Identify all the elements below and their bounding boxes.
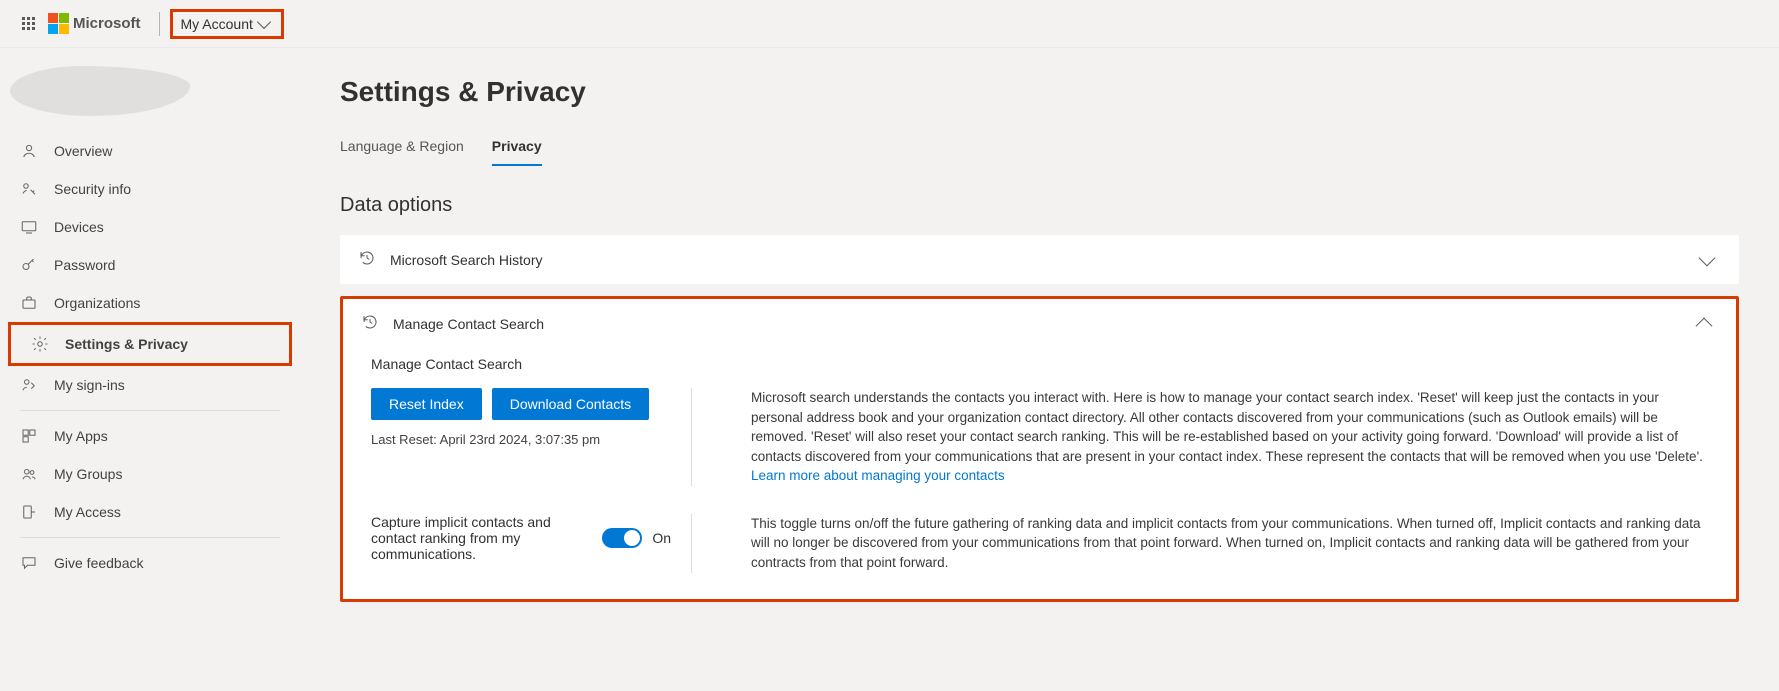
sidebar-item-label: My Groups bbox=[54, 466, 122, 482]
description-text: Microsoft search understands the contact… bbox=[751, 390, 1703, 464]
chevron-up-icon bbox=[1696, 317, 1713, 334]
sidebar-item-feedback[interactable]: Give feedback bbox=[0, 544, 300, 582]
sidebar-item-label: My Access bbox=[54, 504, 121, 520]
reset-index-button[interactable]: Reset Index bbox=[371, 388, 482, 420]
tab-privacy[interactable]: Privacy bbox=[492, 132, 542, 166]
top-header: Microsoft My Account bbox=[0, 0, 1779, 48]
device-icon bbox=[20, 218, 38, 236]
microsoft-logo: Microsoft bbox=[48, 13, 141, 34]
column-divider bbox=[691, 388, 692, 486]
key-icon bbox=[20, 256, 38, 274]
sidebar-item-password[interactable]: Password bbox=[0, 246, 300, 284]
sidebar-item-label: Password bbox=[54, 257, 115, 273]
sidebar-item-label: My sign-ins bbox=[54, 377, 125, 393]
toggle-state-text: On bbox=[652, 530, 671, 546]
feedback-icon bbox=[20, 554, 38, 572]
microsoft-squares-icon bbox=[48, 13, 69, 34]
groups-icon bbox=[20, 465, 38, 483]
sidebar-divider bbox=[20, 537, 280, 538]
download-contacts-button[interactable]: Download Contacts bbox=[492, 388, 649, 420]
apps-icon bbox=[20, 427, 38, 445]
app-launcher-button[interactable] bbox=[8, 4, 48, 44]
sidebar-item-myapps[interactable]: My Apps bbox=[0, 417, 300, 455]
tabs: Language & Region Privacy bbox=[340, 132, 1739, 166]
history-icon bbox=[361, 313, 379, 334]
panel-title: Manage Contact Search bbox=[393, 316, 1684, 332]
sidebar-item-label: Devices bbox=[54, 219, 104, 235]
panel-search-history-header[interactable]: Microsoft Search History bbox=[340, 235, 1739, 284]
column-divider bbox=[691, 514, 692, 573]
subtitle: Manage Contact Search bbox=[371, 356, 1708, 372]
sidebar-item-label: Overview bbox=[54, 143, 112, 159]
gear-icon bbox=[31, 335, 49, 353]
sidebar-item-devices[interactable]: Devices bbox=[0, 208, 300, 246]
sidebar-item-label: Organizations bbox=[54, 295, 140, 311]
sidebar-item-settings-privacy[interactable]: Settings & Privacy bbox=[8, 322, 292, 366]
key-person-icon bbox=[20, 180, 38, 198]
toggle-label: Capture implicit contacts and contact ra… bbox=[371, 514, 586, 562]
sidebar-item-organizations[interactable]: Organizations bbox=[0, 284, 300, 322]
sidebar-item-security[interactable]: Security info bbox=[0, 170, 300, 208]
brand-text: Microsoft bbox=[73, 15, 141, 32]
chevron-down-icon bbox=[1699, 249, 1716, 266]
person-icon bbox=[20, 142, 38, 160]
panel-body: Manage Contact Search Reset Index Downlo… bbox=[343, 348, 1736, 599]
chevron-down-icon bbox=[257, 14, 271, 28]
signin-icon bbox=[20, 376, 38, 394]
account-dropdown-label: My Account bbox=[181, 16, 253, 32]
waffle-icon bbox=[22, 17, 35, 30]
section-heading: Data options bbox=[340, 194, 1739, 217]
sidebar-item-mygroups[interactable]: My Groups bbox=[0, 455, 300, 493]
sidebar-item-label: Settings & Privacy bbox=[65, 336, 188, 352]
panel-search-history: Microsoft Search History bbox=[340, 235, 1739, 284]
sidebar-item-label: Give feedback bbox=[54, 555, 144, 571]
tab-language-region[interactable]: Language & Region bbox=[340, 132, 464, 166]
user-avatar bbox=[10, 66, 190, 116]
main-content: Settings & Privacy Language & Region Pri… bbox=[300, 48, 1779, 654]
sidebar-item-myaccess[interactable]: My Access bbox=[0, 493, 300, 531]
sidebar-item-overview[interactable]: Overview bbox=[0, 132, 300, 170]
learn-more-link[interactable]: Learn more about managing your contacts bbox=[751, 468, 1005, 483]
history-icon bbox=[358, 249, 376, 270]
sidebar-item-label: My Apps bbox=[54, 428, 108, 444]
panel-contact-search: Manage Contact Search Manage Contact Sea… bbox=[340, 296, 1739, 602]
panel-contact-search-header[interactable]: Manage Contact Search bbox=[343, 299, 1736, 348]
capture-contacts-toggle[interactable] bbox=[602, 528, 642, 548]
account-dropdown[interactable]: My Account bbox=[170, 9, 284, 39]
access-icon bbox=[20, 503, 38, 521]
toggle-description: This toggle turns on/off the future gath… bbox=[711, 514, 1708, 573]
last-reset-text: Last Reset: April 23rd 2024, 3:07:35 pm bbox=[371, 432, 671, 447]
briefcase-icon bbox=[20, 294, 38, 312]
sidebar-divider bbox=[20, 410, 280, 411]
sidebar-item-label: Security info bbox=[54, 181, 131, 197]
header-divider bbox=[159, 12, 160, 36]
page-title: Settings & Privacy bbox=[340, 76, 1739, 108]
panel-title: Microsoft Search History bbox=[390, 252, 1687, 268]
sidebar: Overview Security info Devices Password … bbox=[0, 48, 300, 654]
sidebar-item-signins[interactable]: My sign-ins bbox=[0, 366, 300, 404]
